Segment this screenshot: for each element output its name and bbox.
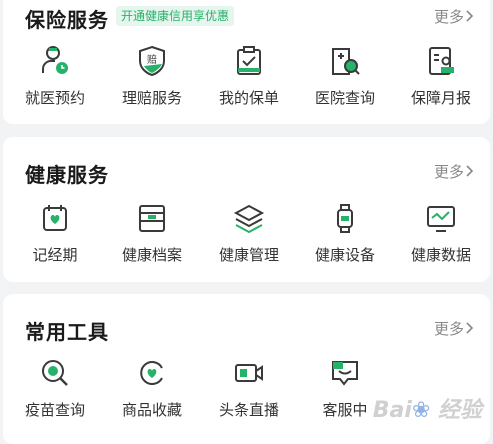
- vaccine-search-icon: [38, 356, 72, 390]
- health-item-data[interactable]: 健康数据: [393, 201, 489, 265]
- insurance-item-my-policy[interactable]: 我的保单: [201, 44, 297, 108]
- claim-shield-icon: 赔: [135, 44, 169, 78]
- item-label: 疫苗查询: [24, 401, 85, 419]
- item-label: 健康管理: [218, 246, 279, 264]
- tools-item-vaccine[interactable]: 疫苗查询: [7, 356, 103, 420]
- insurance-title: 保险服务: [25, 8, 109, 32]
- item-label: 记经期: [32, 246, 78, 264]
- insurance-item-claims[interactable]: 赔 理赔服务: [104, 44, 200, 108]
- tools-item-favorites[interactable]: 商品收藏: [104, 356, 200, 420]
- health-services-card: 健康服务 更多 记经期 健康档案 健康管理 健康设备 健康数据: [3, 137, 490, 282]
- svg-text:赔: 赔: [147, 53, 157, 66]
- insurance-header: 保险服务 开通健康信用享优惠 更多: [3, 0, 490, 40]
- more-label: 更多: [433, 8, 464, 26]
- insurance-item-monthly-report[interactable]: 保障月报: [393, 44, 489, 108]
- video-icon: [232, 356, 266, 390]
- tools-more-link[interactable]: 更多: [434, 318, 474, 339]
- common-tools-card: 常用工具 更多 疫苗查询 商品收藏 头条直播 客服中 Bai❀ 经验: [3, 294, 490, 444]
- item-label: 就医预约: [24, 89, 85, 107]
- item-label: 健康档案: [121, 246, 182, 264]
- item-label: 保障月报: [410, 89, 471, 107]
- item-label: 医院查询: [314, 89, 375, 107]
- calendar-heart-icon: [38, 201, 72, 235]
- promo-badge[interactable]: 开通健康信用享优惠: [116, 6, 235, 26]
- clipboard-icon: [232, 44, 266, 78]
- archive-icon: [135, 201, 169, 235]
- watermark-logo: Bai❀ 经验: [372, 398, 482, 423]
- hospital-search-icon: [328, 44, 362, 78]
- insurance-item-appointment[interactable]: 就医预约: [7, 44, 103, 108]
- health-header: 健康服务 更多: [3, 137, 490, 187]
- health-item-period[interactable]: 记经期: [7, 201, 103, 265]
- health-title: 健康服务: [25, 163, 109, 187]
- more-label: 更多: [433, 320, 464, 338]
- item-label: 健康设备: [314, 246, 375, 264]
- doctor-icon: [38, 44, 72, 78]
- monitor-chart-icon: [424, 201, 458, 235]
- insurance-item-hospital-search[interactable]: 医院查询: [297, 44, 393, 108]
- chevron-right-icon: [466, 163, 474, 181]
- favorite-icon: [135, 356, 169, 390]
- more-label: 更多: [433, 163, 464, 181]
- tools-title: 常用工具: [25, 320, 109, 344]
- item-label: 理赔服务: [121, 89, 182, 107]
- insurance-more-link[interactable]: 更多: [434, 6, 474, 27]
- report-icon: [424, 44, 458, 78]
- chat-icon: [328, 356, 362, 390]
- chevron-right-icon: [466, 320, 474, 338]
- item-label: 头条直播: [218, 401, 279, 419]
- item-label: 商品收藏: [121, 401, 182, 419]
- health-item-records[interactable]: 健康档案: [104, 201, 200, 265]
- insurance-services-card: 保险服务 开通健康信用享优惠 更多 就医预约 赔 理赔服务 我的保单 医院查询 …: [3, 0, 490, 124]
- item-label: 我的保单: [218, 89, 279, 107]
- health-item-devices[interactable]: 健康设备: [297, 201, 393, 265]
- tools-header: 常用工具 更多: [3, 294, 490, 344]
- tools-item-live[interactable]: 头条直播: [201, 356, 297, 420]
- chevron-right-icon: [466, 8, 474, 26]
- health-item-management[interactable]: 健康管理: [201, 201, 297, 265]
- health-more-link[interactable]: 更多: [434, 161, 474, 182]
- watch-icon: [328, 201, 362, 235]
- layers-icon: [232, 201, 266, 235]
- item-label: 健康数据: [410, 246, 471, 264]
